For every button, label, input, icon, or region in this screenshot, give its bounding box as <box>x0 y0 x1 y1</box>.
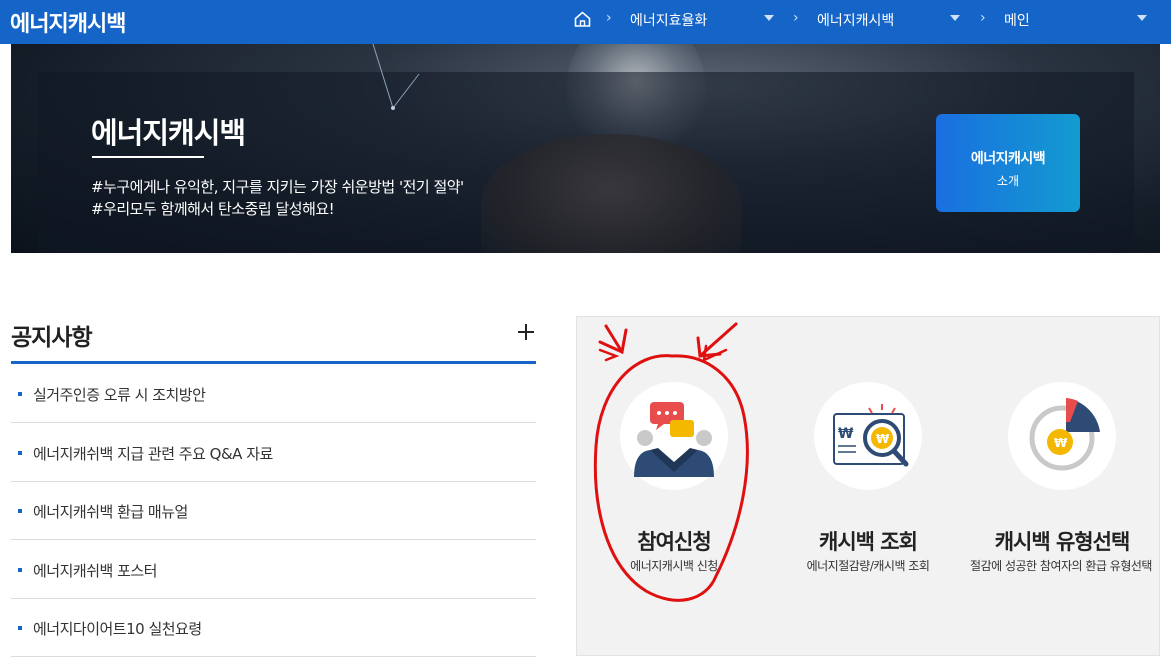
cashback-type-pie-icon: ₩ <box>1029 398 1100 471</box>
notice-item-label[interactable]: 에너지캐쉬백 지급 관련 주요 Q&A 자료 <box>33 443 273 464</box>
service-subtitle-participation: 에너지캐시백 신청 <box>630 559 718 573</box>
service-title-participation[interactable]: 참여신청 <box>600 526 748 556</box>
notice-list-item[interactable]: 에너지다이어트10 실천요령 <box>11 598 536 657</box>
service-subtitle-cashback-search: 에너지절감량/캐시백 조회 <box>806 559 930 573</box>
chevron-down-icon[interactable] <box>950 15 960 21</box>
notice-item-label[interactable]: 에너지캐쉬백 환급 매뉴얼 <box>33 501 188 522</box>
cashback-intro-button[interactable]: 에너지캐시백 소개 <box>936 114 1080 212</box>
breadcrumb-separator-icon: › <box>980 10 986 26</box>
notice-item-label[interactable]: 실거주인증 오류 시 조치방안 <box>33 384 206 405</box>
breadcrumb-separator-icon: › <box>606 10 612 26</box>
bullet-icon <box>18 568 22 572</box>
hero-description-line2: #우리모두 함께해서 탄소중립 달성해요! <box>91 200 335 218</box>
chevron-down-icon[interactable] <box>1137 15 1147 21</box>
service-title-cashback-search[interactable]: 캐시백 조회 <box>794 526 942 556</box>
svg-text:₩: ₩ <box>838 426 854 442</box>
top-nav-bar: 에너지캐시백 › 에너지효율화 › 에너지캐시백 › 메인 <box>0 0 1171 44</box>
notice-list-item[interactable]: 에너지캐쉬백 포스터 <box>11 540 536 599</box>
chevron-down-icon[interactable] <box>764 15 774 21</box>
service-subtitle-cashback-type: 절감에 성공한 참여자의 환급 유형선택 <box>970 559 1152 573</box>
svg-text:₩: ₩ <box>876 432 890 446</box>
bullet-icon <box>18 392 22 396</box>
intro-button-label: 에너지캐시백 <box>970 151 1046 167</box>
participation-icon <box>634 402 714 477</box>
notice-item-label[interactable]: 에너지다이어트10 실천요령 <box>33 618 202 639</box>
intro-button-sublabel: 소개 <box>996 174 1020 188</box>
cashback-search-button[interactable]: ₩ ₩ <box>814 382 922 490</box>
hero-title-underline <box>92 156 204 158</box>
notice-list-item[interactable]: 에너지캐쉬백 환급 매뉴얼 <box>11 481 536 540</box>
breadcrumb-energy-cashback[interactable]: 에너지캐시백 <box>817 10 894 30</box>
breadcrumb-energy-efficiency[interactable]: 에너지효율화 <box>630 10 707 30</box>
network-lines-decoration <box>372 44 420 110</box>
bullet-icon <box>18 509 22 513</box>
participation-button[interactable] <box>620 382 728 490</box>
cashback-type-button[interactable]: ₩ <box>1008 382 1116 490</box>
breadcrumb-main[interactable]: 메인 <box>1004 10 1030 30</box>
hero-banner: 에너지캐시백 #누구에게나 유익한, 지구를 지키는 가장 쉬운방법 '전기 절… <box>11 44 1160 253</box>
hero-description-line1: #누구에게나 유익한, 지구를 지키는 가장 쉬운방법 '전기 절약' <box>91 178 464 196</box>
plus-icon[interactable] <box>516 322 536 342</box>
site-title[interactable]: 에너지캐시백 <box>10 6 126 38</box>
notice-list-item[interactable]: 실거주인증 오류 시 조치방안 <box>11 364 536 423</box>
hero-title: 에너지캐시백 <box>91 116 246 150</box>
bullet-icon <box>18 626 22 630</box>
home-icon[interactable] <box>574 11 591 27</box>
notice-list-item[interactable]: 에너지캐쉬백 지급 관련 주요 Q&A 자료 <box>11 423 536 482</box>
svg-text:₩: ₩ <box>1054 436 1068 450</box>
cashback-search-icon: ₩ ₩ <box>833 404 909 467</box>
breadcrumb-separator-icon: › <box>793 10 799 26</box>
service-title-cashback-type[interactable]: 캐시백 유형선택 <box>972 526 1152 556</box>
bullet-icon <box>18 451 22 455</box>
notice-item-label[interactable]: 에너지캐쉬백 포스터 <box>33 560 157 581</box>
notice-title: 공지사항 <box>11 325 93 351</box>
